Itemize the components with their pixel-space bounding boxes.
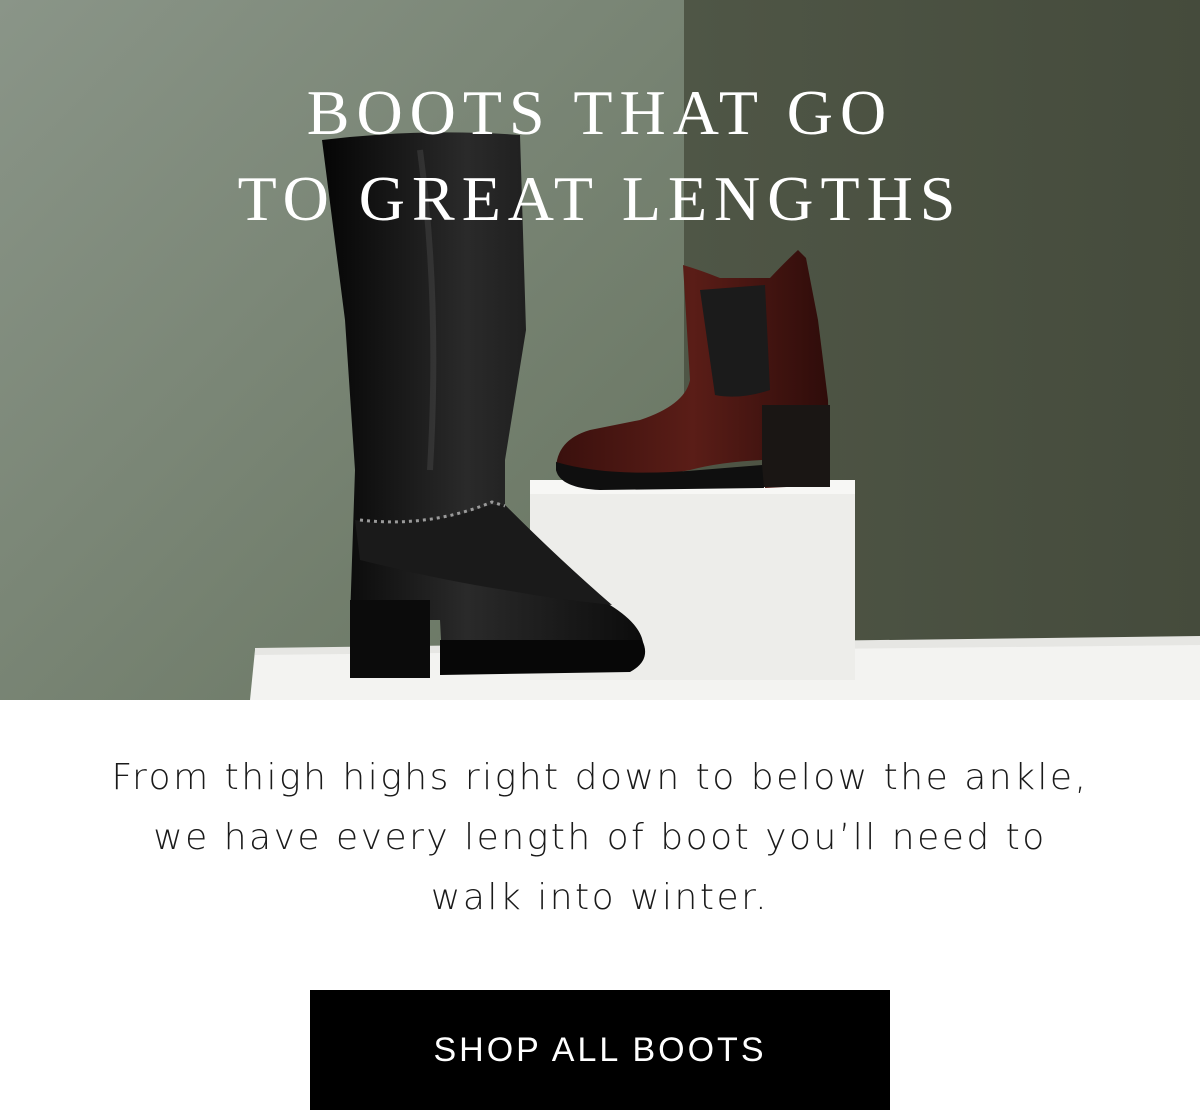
body-copy-line-3: walk into winter. <box>430 877 770 918</box>
shop-all-boots-button[interactable]: SHOP ALL BOOTS <box>310 990 890 1110</box>
hero-banner[interactable]: BOOTS THAT GO TO GREAT LENGTHS <box>0 0 1200 700</box>
body-copy: From thigh highs right down to below the… <box>0 748 1200 928</box>
hero-headline-line-1: BOOTS THAT GO <box>306 77 894 148</box>
hero-headline: BOOTS THAT GO TO GREAT LENGTHS <box>0 70 1200 242</box>
hero-headline-line-2: TO GREAT LENGTHS <box>237 163 963 234</box>
body-copy-line-1: From thigh highs right down to below the… <box>111 757 1089 798</box>
body-copy-line-2: we have every length of boot you’ll need… <box>153 817 1047 858</box>
